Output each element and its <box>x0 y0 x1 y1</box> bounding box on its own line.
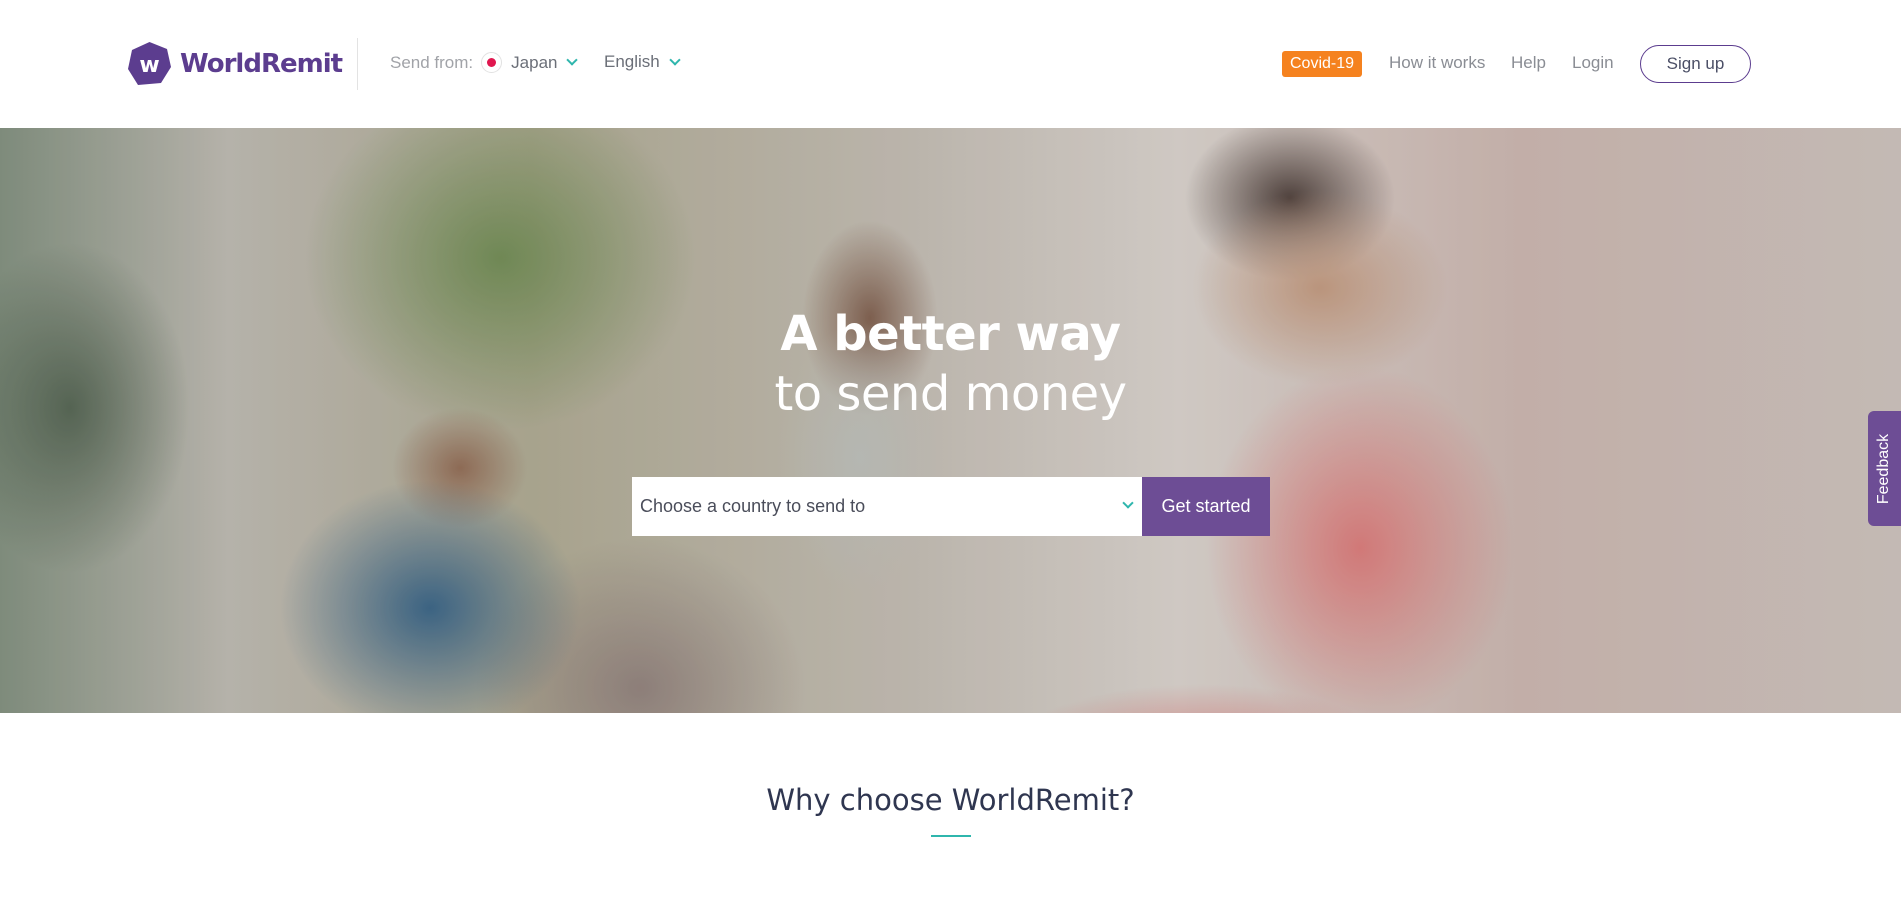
chevron-down-icon <box>669 53 681 66</box>
site-header: w WorldRemit Send from: Japan English Co… <box>0 0 1901 128</box>
chevron-down-icon <box>1122 497 1134 509</box>
nav-how-it-works[interactable]: How it works <box>1389 53 1485 73</box>
send-from-country: Japan <box>511 52 558 72</box>
nav-login[interactable]: Login <box>1572 53 1614 73</box>
language-label: English <box>604 52 660 71</box>
destination-country-select[interactable]: Choose a country to send to <box>632 477 1142 536</box>
svg-text:w: w <box>139 53 159 78</box>
feedback-tab[interactable]: Feedback <box>1868 411 1901 526</box>
send-from-label: Send from: <box>390 52 474 72</box>
send-from-selector[interactable]: Send from: Japan <box>390 52 579 73</box>
worldremit-logo[interactable]: w WorldRemit <box>127 41 343 87</box>
brand-name: WorldRemit <box>180 49 343 79</box>
send-money-form: Choose a country to send to Get started <box>632 477 1270 536</box>
why-choose-heading: Why choose WorldRemit? <box>766 783 1135 817</box>
header-divider <box>357 38 358 90</box>
get-started-button[interactable]: Get started <box>1142 477 1270 536</box>
hero-banner: A better way to send money Choose a coun… <box>0 128 1901 713</box>
chevron-down-icon <box>566 54 579 66</box>
country-select-placeholder: Choose a country to send to <box>640 496 866 516</box>
nav-help[interactable]: Help <box>1511 53 1546 73</box>
signup-button[interactable]: Sign up <box>1640 45 1751 83</box>
covid-19-link[interactable]: Covid-19 <box>1282 51 1363 77</box>
worldremit-logo-icon: w <box>128 42 171 85</box>
language-selector[interactable]: English <box>604 52 681 72</box>
japan-flag-icon <box>481 52 503 73</box>
feedback-label: Feedback <box>1875 433 1893 504</box>
heading-underline <box>931 835 971 837</box>
hero-subtitle: to send money <box>774 366 1127 422</box>
hero-title: A better way <box>780 306 1121 362</box>
